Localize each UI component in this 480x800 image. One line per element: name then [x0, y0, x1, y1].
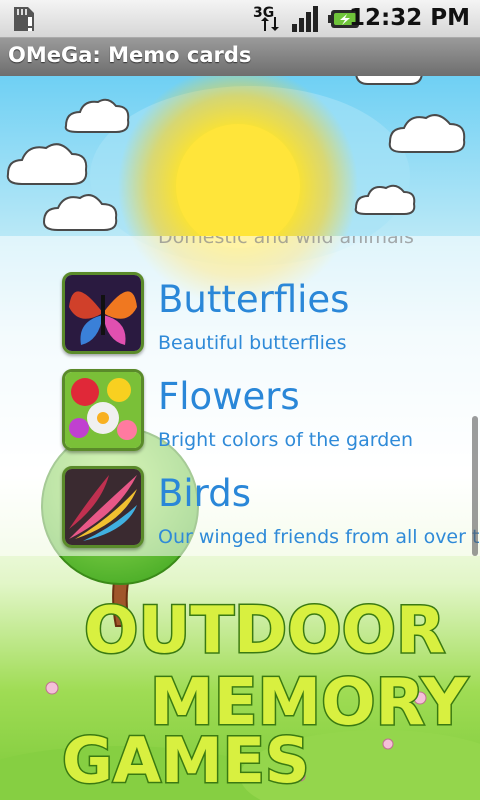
list-item-title: Butterflies — [158, 278, 350, 321]
cloud-icon — [64, 98, 130, 133]
outdoor-memory-games-logo: OUTDOOR MEMORY GAMES — [61, 593, 470, 799]
list-item-butterflies[interactable]: Butterflies Beautiful butterflies — [0, 236, 480, 354]
list-item-flowers[interactable]: Flowers Bright colors of the garden — [0, 333, 480, 451]
app-title: OMeGa: Memo cards — [8, 43, 252, 67]
birds-thumbnail — [62, 466, 144, 548]
logo-text-outdoor: OUTDOOR — [84, 594, 445, 668]
list-item-title: Flowers — [158, 375, 300, 418]
network-3g-icon: 3G — [253, 5, 279, 31]
list-scrollbar[interactable] — [472, 416, 478, 556]
list-item-title: Birds — [158, 472, 251, 515]
cloud-icon — [388, 114, 466, 153]
category-list[interactable]: Domestic and wild animals Butterflies Be… — [0, 236, 480, 556]
status-bar: 3G 12:32 PM — [0, 0, 480, 38]
logo-text-games: GAMES — [62, 724, 310, 797]
list-item-birds[interactable]: Birds Our winged friends from all over t… — [0, 430, 480, 548]
bird-feather-icon — [65, 469, 141, 545]
clock: 12:32 PM — [349, 5, 470, 31]
cloud-icon — [355, 76, 423, 85]
list-item-description: Our winged friends from all over the wor… — [158, 526, 480, 548]
signal-icon — [292, 6, 318, 32]
app-title-bar: OMeGa: Memo cards — [0, 38, 480, 76]
main-content: Domestic and wild animals Butterflies Be… — [0, 76, 480, 800]
sd-card-icon — [14, 7, 34, 31]
cloud-icon — [6, 143, 88, 185]
